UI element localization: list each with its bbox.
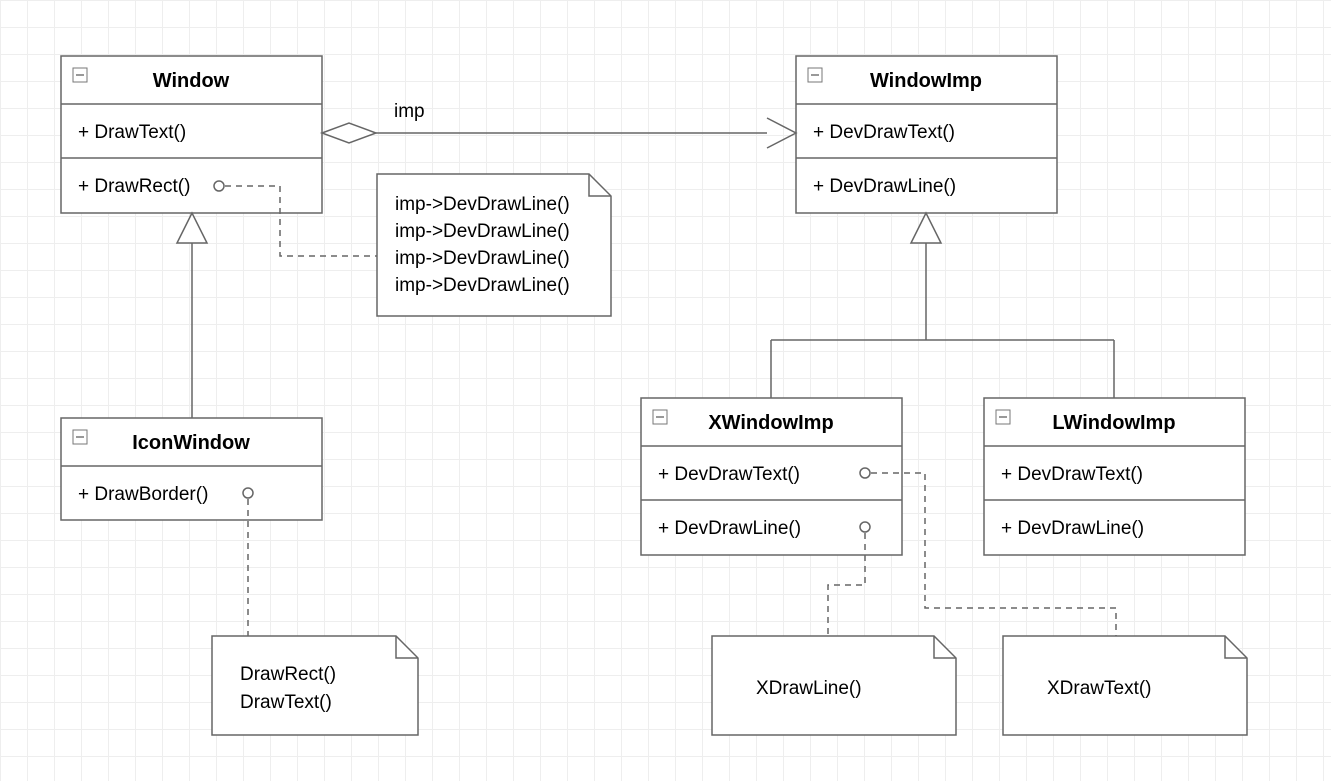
note-anchor-icon — [860, 522, 870, 532]
note-line: imp->DevDrawLine() — [395, 194, 570, 215]
note-drawrect: imp->DevDrawLine() imp->DevDrawLine() im… — [377, 174, 611, 316]
aggregation-window-windowimp: imp — [322, 101, 796, 148]
method-label: + DevDrawLine() — [813, 176, 956, 197]
class-window: Window + DrawText() + DrawRect() — [61, 56, 322, 213]
class-lwindowimp-title: LWindowImp — [1052, 412, 1175, 434]
method-label: + DrawBorder() — [78, 484, 208, 505]
note-line: XDrawLine() — [756, 678, 862, 699]
generalization-iconwindow-window — [177, 213, 207, 418]
class-iconwindow-title: IconWindow — [132, 432, 250, 454]
generalization-windowimp-children — [771, 213, 1114, 398]
note-line: XDrawText() — [1047, 678, 1152, 699]
collapse-icon[interactable] — [73, 430, 87, 444]
method-label: + DevDrawText() — [658, 464, 800, 485]
note-xdrawline: XDrawLine() — [712, 636, 956, 735]
edge-label: imp — [394, 101, 425, 122]
class-windowimp: WindowImp + DevDrawText() + DevDrawLine(… — [796, 56, 1057, 213]
method-label: + DevDrawLine() — [658, 518, 801, 539]
method-label: + DrawText() — [78, 122, 186, 143]
method-label: + DevDrawText() — [1001, 464, 1143, 485]
class-windowimp-title: WindowImp — [870, 70, 982, 92]
note-drawborder: DrawRect() DrawText() — [212, 636, 418, 735]
note-anchor-icon — [214, 181, 224, 191]
class-iconwindow: IconWindow + DrawBorder() — [61, 418, 322, 520]
note-line: imp->DevDrawLine() — [395, 248, 570, 269]
method-label: + DevDrawText() — [813, 122, 955, 143]
note-line: imp->DevDrawLine() — [395, 221, 570, 242]
collapse-icon[interactable] — [73, 68, 87, 82]
class-xwindowimp: XWindowImp + DevDrawText() + DevDrawLine… — [641, 398, 902, 555]
collapse-icon[interactable] — [996, 410, 1010, 424]
class-xwindowimp-title: XWindowImp — [708, 412, 833, 434]
note-anchor-icon — [860, 468, 870, 478]
method-label: + DrawRect() — [78, 176, 190, 197]
class-lwindowimp: LWindowImp + DevDrawText() + DevDrawLine… — [984, 398, 1245, 555]
collapse-icon[interactable] — [808, 68, 822, 82]
note-line: DrawText() — [240, 692, 332, 713]
class-window-title: Window — [153, 70, 230, 92]
note-line: imp->DevDrawLine() — [395, 275, 570, 296]
note-line: DrawRect() — [240, 664, 336, 685]
method-label: + DevDrawLine() — [1001, 518, 1144, 539]
collapse-icon[interactable] — [653, 410, 667, 424]
note-anchor-icon — [243, 488, 253, 498]
note-xdrawtext: XDrawText() — [1003, 636, 1247, 735]
